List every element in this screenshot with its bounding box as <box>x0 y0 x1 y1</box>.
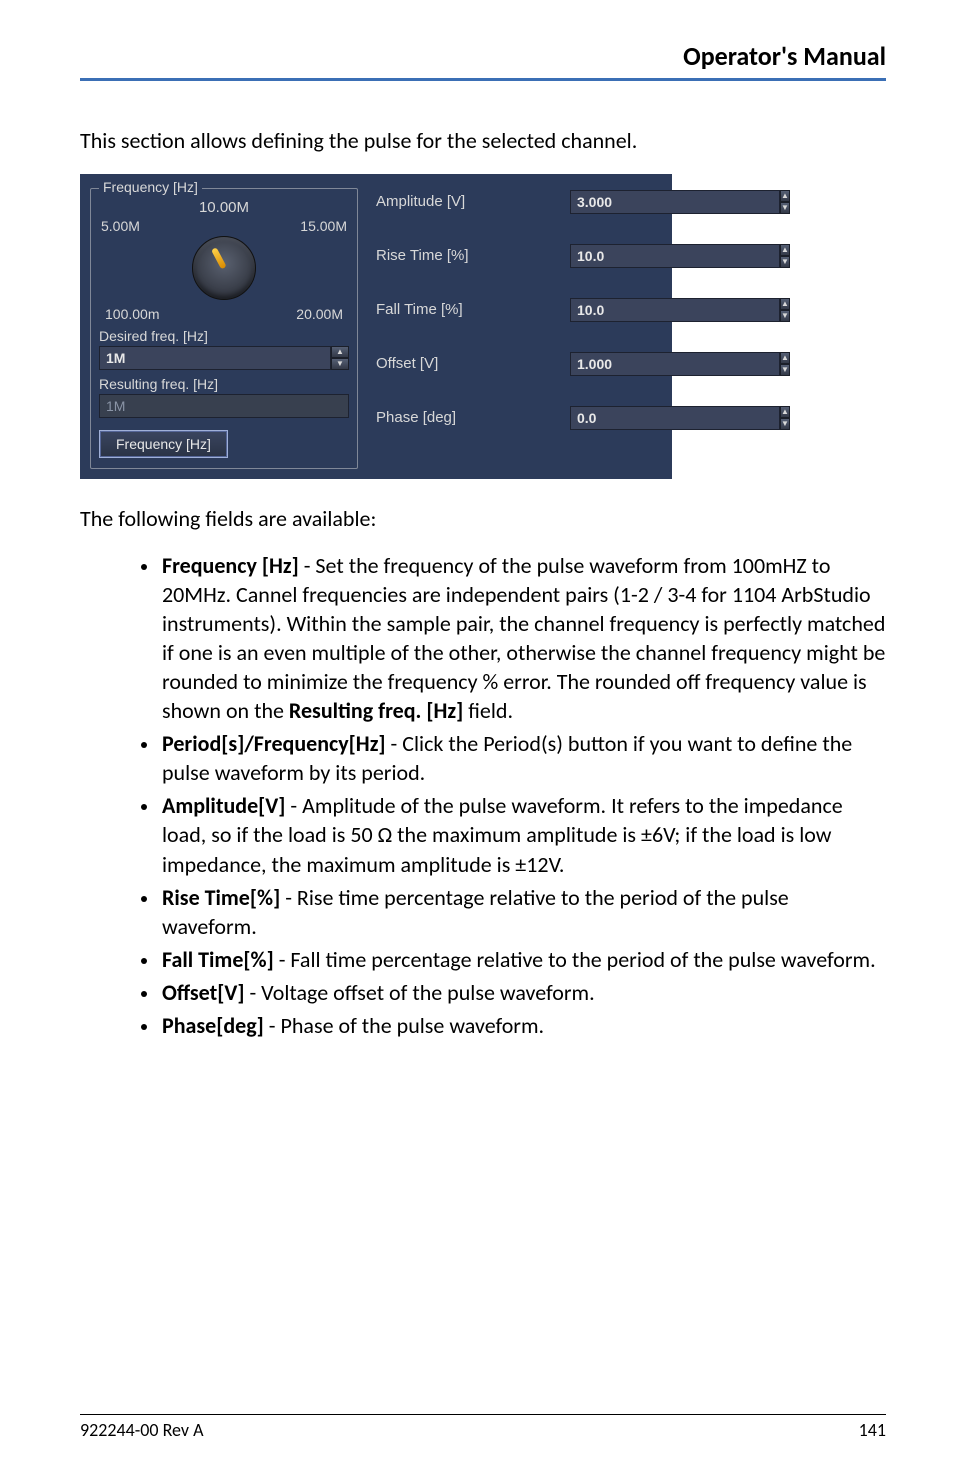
fall-time-term: Fall Time[%] <box>162 946 274 973</box>
rise-time-input[interactable] <box>570 244 780 268</box>
period-term: Period[s]/Frequency[Hz] <box>162 730 386 757</box>
spinner-down-icon[interactable]: ▼ <box>780 256 790 268</box>
header-title: Operator's Manual <box>80 40 886 72</box>
amplitude-label: Amplitude [V] <box>376 193 560 210</box>
spinner-down-icon[interactable]: ▼ <box>780 418 790 430</box>
resulting-freq-output <box>99 394 349 418</box>
parameters-group: Amplitude [V] ▲ ▼ Rise Time [%] ▲ ▼ <box>376 180 662 469</box>
pulse-settings-panel: Frequency [Hz] 10.00M 5.00M 15.00M 100.0… <box>80 174 672 479</box>
fall-time-input[interactable] <box>570 298 780 322</box>
scale-min-label: 100.00m <box>105 306 159 322</box>
phase-input[interactable] <box>570 406 780 430</box>
offset-input[interactable] <box>570 352 780 376</box>
rise-time-term: Rise Time[%] <box>162 884 280 911</box>
spinner-up-icon[interactable]: ▲ <box>780 244 790 256</box>
offset-spinner[interactable]: ▲ ▼ <box>780 352 790 376</box>
intro-text: This section allows defining the pulse f… <box>80 127 886 156</box>
footer-rev: 922244-00 Rev A <box>80 1419 204 1441</box>
desired-freq-spinner[interactable]: ▲ ▼ <box>331 346 349 370</box>
field-description-list: Frequency [Hz] - Set the frequency of th… <box>80 551 886 1040</box>
spinner-down-icon[interactable]: ▼ <box>331 358 349 370</box>
rise-time-spinner[interactable]: ▲ ▼ <box>780 244 790 268</box>
fall-time-label: Fall Time [%] <box>376 301 560 318</box>
list-item: Fall Time[%] - Fall time percentage rela… <box>160 945 886 974</box>
desired-freq-input[interactable] <box>99 346 331 370</box>
amplitude-term: Amplitude[V] <box>162 792 285 819</box>
phase-term: Phase[deg] <box>162 1012 264 1039</box>
page-footer: 922244-00 Rev A 141 <box>80 1414 886 1441</box>
frequency-term: Frequency [Hz] <box>162 552 299 579</box>
offset-label: Offset [V] <box>376 355 560 372</box>
frequency-toggle-button[interactable]: Frequency [Hz] <box>99 430 228 458</box>
desired-freq-label: Desired freq. [Hz] <box>99 328 349 344</box>
spinner-down-icon[interactable]: ▼ <box>780 310 790 322</box>
spinner-up-icon[interactable]: ▲ <box>780 352 790 364</box>
phase-label: Phase [deg] <box>376 409 560 426</box>
footer-rule <box>80 1414 886 1415</box>
footer-page-number: 141 <box>859 1419 886 1441</box>
spinner-up-icon[interactable]: ▲ <box>780 406 790 418</box>
amplitude-spinner[interactable]: ▲ ▼ <box>780 190 790 214</box>
frequency-dial[interactable] <box>192 236 256 300</box>
dial-max-label: 15.00M <box>300 218 347 234</box>
frequency-legend: Frequency [Hz] <box>99 179 202 195</box>
spinner-up-icon[interactable]: ▲ <box>780 298 790 310</box>
fall-time-spinner[interactable]: ▲ ▼ <box>780 298 790 322</box>
dial-min-label: 5.00M <box>101 218 140 234</box>
dial-current-value: 10.00M <box>99 199 349 216</box>
spinner-up-icon[interactable]: ▲ <box>780 190 790 202</box>
list-item: Rise Time[%] - Rise time percentage rela… <box>160 883 886 941</box>
spinner-down-icon[interactable]: ▼ <box>780 364 790 376</box>
following-text: The following fields are available: <box>80 505 886 534</box>
list-item: Frequency [Hz] - Set the frequency of th… <box>160 551 886 725</box>
frequency-group: Frequency [Hz] 10.00M 5.00M 15.00M 100.0… <box>90 180 358 469</box>
fall-time-desc: - Fall time percentage relative to the p… <box>274 946 876 973</box>
resulting-freq-term: Resulting freq. [Hz] <box>289 697 463 724</box>
dial-indicator <box>211 247 227 269</box>
spinner-down-icon[interactable]: ▼ <box>780 202 790 214</box>
resulting-freq-label: Resulting freq. [Hz] <box>99 376 349 392</box>
frequency-desc-tail: field. <box>463 697 513 724</box>
list-item: Amplitude[V] - Amplitude of the pulse wa… <box>160 791 886 878</box>
phase-spinner[interactable]: ▲ ▼ <box>780 406 790 430</box>
header-rule <box>80 78 886 81</box>
amplitude-input[interactable] <box>570 190 780 214</box>
list-item: Offset[V] - Voltage offset of the pulse … <box>160 978 886 1007</box>
spinner-up-icon[interactable]: ▲ <box>331 346 349 358</box>
offset-desc: - Voltage offset of the pulse waveform. <box>245 979 595 1006</box>
scale-max-label: 20.00M <box>296 306 343 322</box>
list-item: Period[s]/Frequency[Hz] - Click the Peri… <box>160 729 886 787</box>
phase-desc: - Phase of the pulse waveform. <box>264 1012 544 1039</box>
list-item: Phase[deg] - Phase of the pulse waveform… <box>160 1011 886 1040</box>
offset-term: Offset[V] <box>162 979 245 1006</box>
rise-time-label: Rise Time [%] <box>376 247 560 264</box>
frequency-fieldset: Frequency [Hz] 10.00M 5.00M 15.00M 100.0… <box>90 188 358 469</box>
